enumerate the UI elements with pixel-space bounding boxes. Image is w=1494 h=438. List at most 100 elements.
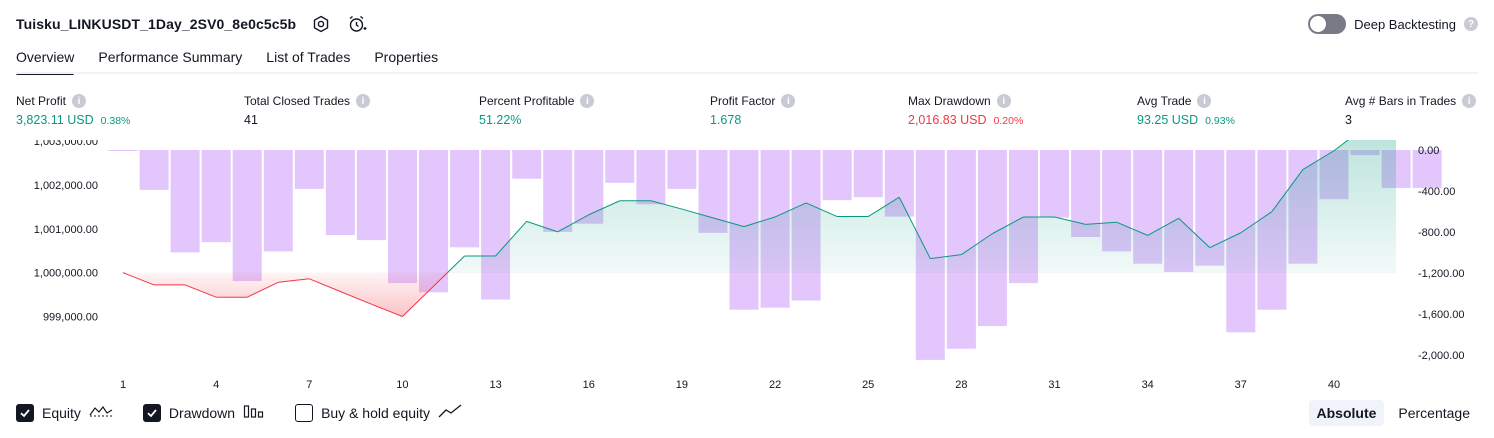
drawdown-bar: [450, 150, 480, 248]
metric-avg-trade: Avg Trade i 93.25 USD 0.93%: [1137, 93, 1235, 127]
legend-buy-hold[interactable]: Buy & hold equity: [295, 403, 462, 422]
info-icon[interactable]: i: [1462, 94, 1477, 108]
drawdown-bar: [108, 150, 138, 151]
tabs-divider: [16, 72, 1478, 74]
drawdown-bar: [1040, 150, 1069, 218]
drawdown-bar: [543, 150, 573, 232]
metric-value: 3,823.11 USD: [16, 113, 94, 127]
metric-label: Net Profit: [16, 94, 67, 108]
drawdown-bar: [294, 150, 324, 189]
drawdown-bar: [388, 150, 417, 284]
drawdown-bar: [822, 150, 852, 201]
x-tick-label: 31: [1048, 379, 1060, 391]
metric-label: Avg Trade: [1137, 94, 1192, 108]
checkbox-unchecked-icon[interactable]: [295, 403, 314, 422]
x-tick-label: 16: [583, 379, 595, 391]
metric-value: 41: [244, 113, 258, 127]
absolute-button[interactable]: Absolute: [1308, 400, 1385, 426]
drawdown-bar: [512, 150, 542, 179]
x-tick-label: 28: [955, 379, 967, 391]
metric-profit-factor: Profit Factor i 1.678: [710, 93, 796, 127]
drawdown-bar: [481, 150, 511, 300]
alarm-clock-plus-icon[interactable]: [346, 13, 368, 35]
drawdown-bar: [232, 150, 262, 282]
metric-label: Max Drawdown: [908, 94, 991, 108]
drawdown-bar: [419, 150, 448, 293]
x-tick-label: 13: [489, 379, 501, 391]
metric-label: Avg # Bars in Trades: [1345, 94, 1457, 108]
tab-performance-summary[interactable]: Performance Summary: [98, 46, 242, 73]
metric-label: Profit Factor: [710, 94, 776, 108]
chart-legend: Equity Drawdown Buy & hold equity: [16, 403, 492, 422]
y-right-tick-label: 0.00: [1418, 145, 1439, 157]
y-left-tick-label: 1,002,000.00: [34, 180, 98, 192]
drawdown-bar: [356, 150, 386, 241]
drawdown-bar: [263, 150, 293, 252]
metric-percent: 0.93%: [1205, 115, 1235, 127]
metric-total-closed-trades: Total Closed Trades i 41: [244, 93, 371, 127]
info-icon[interactable]: i: [781, 94, 796, 108]
x-tick-label: 40: [1328, 379, 1340, 391]
question-icon[interactable]: ?: [1464, 17, 1478, 31]
y-right-tick-label: -2,000.00: [1418, 350, 1464, 362]
equity-line-icon: [89, 403, 113, 422]
x-tick-label: 7: [306, 379, 312, 391]
info-icon[interactable]: i: [356, 94, 371, 108]
metrics-row: Net Profit i 3,823.11 USD 0.38% Total Clos…: [0, 93, 1494, 133]
info-icon[interactable]: i: [996, 94, 1011, 108]
legend-label: Buy & hold equity: [321, 404, 431, 421]
tab-list-of-trades[interactable]: List of Trades: [266, 46, 350, 73]
x-tick-label: 4: [213, 379, 219, 391]
x-tick-label: 19: [676, 379, 688, 391]
legend-equity[interactable]: Equity: [16, 403, 113, 422]
equity-loss-area: [123, 272, 448, 317]
deep-backtesting-toggle[interactable]: [1308, 14, 1347, 34]
metric-value: 51.22%: [479, 113, 522, 127]
metric-net-profit: Net Profit i 3,823.11 USD 0.38%: [16, 93, 130, 127]
info-icon[interactable]: i: [72, 94, 87, 108]
drawdown-bar: [325, 150, 355, 235]
x-tick-label: 37: [1235, 379, 1247, 391]
x-tick-label: 10: [396, 379, 408, 391]
buy-hold-line-icon: [438, 403, 462, 422]
metric-percent: 0.38%: [100, 115, 131, 127]
x-tick-label: 22: [769, 379, 781, 391]
percentage-button[interactable]: Percentage: [1390, 400, 1478, 426]
y-right-tick-label: -1,200.00: [1418, 268, 1464, 280]
x-tick-label: 25: [862, 379, 874, 391]
tab-overview[interactable]: Overview: [16, 46, 75, 75]
x-tick-label: 1: [120, 379, 126, 391]
info-icon[interactable]: i: [1197, 94, 1212, 108]
hexagon-gear-icon[interactable]: [310, 13, 332, 35]
strategy-header: Tuisku_LINKUSDT_1Day_2SV0_8e0c5c5b: [16, 12, 368, 36]
drawdown-bar: [853, 150, 883, 198]
metric-percent-profitable: Percent Profitable i 51.22%: [479, 93, 595, 127]
metric-label: Total Closed Trades: [244, 94, 351, 108]
y-left-tick-label: 1,001,000.00: [34, 224, 98, 236]
drawdown-bar: [139, 150, 169, 190]
equity-drawdown-chart[interactable]: 1,003,000.00 1,002,000.00 1,001,000.00 1,00…: [0, 140, 1494, 392]
metric-value: 1.678: [710, 113, 742, 127]
metric-percent: 0.20%: [993, 115, 1024, 127]
info-icon[interactable]: i: [580, 94, 595, 108]
deep-backtesting-label: Deep Backtesting: [1354, 16, 1456, 32]
tab-properties[interactable]: Properties: [374, 46, 438, 73]
metric-max-drawdown: Max Drawdown i 2,016.83 USD 0.20%: [908, 93, 1023, 127]
toggle-knob: [1310, 16, 1327, 32]
legend-label: Drawdown: [168, 404, 236, 421]
legend-drawdown[interactable]: Drawdown: [142, 403, 265, 422]
metric-value: 3: [1345, 113, 1352, 127]
y-right-tick-label: -800.00: [1418, 227, 1455, 239]
metric-value: 2,016.83 USD: [908, 113, 987, 127]
drawdown-bars-icon: [243, 403, 265, 422]
metric-avg-bars-in-trades: Avg # Bars in Trades i 3: [1345, 93, 1477, 127]
drawdown-bar: [170, 150, 200, 253]
y-left-tick-label: 999,000.00: [43, 312, 98, 324]
y-right-tick-label: -400.00: [1418, 186, 1455, 198]
metric-label: Percent Profitable: [479, 94, 575, 108]
drawdown-bar: [605, 150, 635, 183]
checkbox-checked-icon[interactable]: [142, 403, 161, 422]
y-left-tick-label: 1,000,000.00: [34, 268, 98, 280]
scale-mode-switch: Absolute Percentage: [1308, 400, 1479, 426]
checkbox-checked-icon[interactable]: [16, 403, 34, 422]
